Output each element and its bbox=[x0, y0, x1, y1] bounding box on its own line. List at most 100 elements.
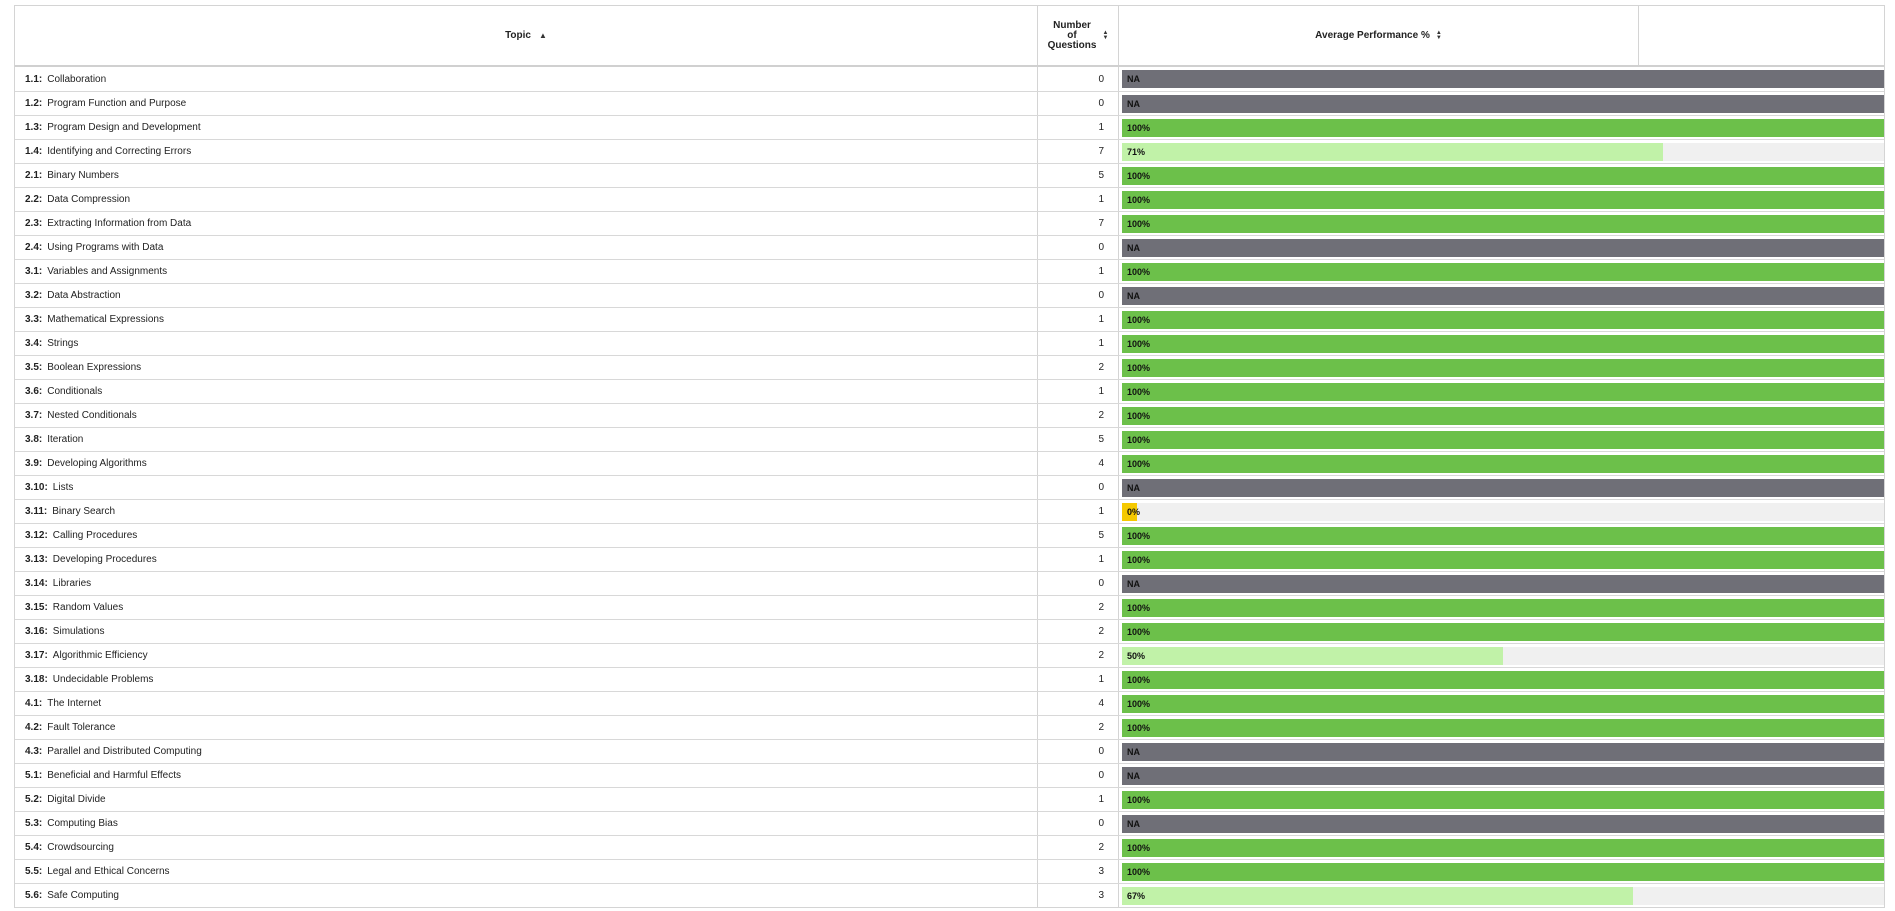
table-row[interactable]: 5.1: Beneficial and Harmful Effects 0 NA bbox=[15, 763, 1884, 787]
table-row[interactable]: 3.17: Algorithmic Efficiency 2 50% bbox=[15, 643, 1884, 667]
performance-cell: 100% bbox=[1119, 860, 1884, 883]
table-row[interactable]: 3.12: Calling Procedures 5 100% bbox=[15, 523, 1884, 547]
performance-cell: 100% bbox=[1119, 356, 1884, 379]
table-row[interactable]: 3.15: Random Values 2 100% bbox=[15, 595, 1884, 619]
topic-cell: 2.3: Extracting Information from Data bbox=[15, 212, 1038, 235]
topic-column-header[interactable]: Topic ▲ bbox=[15, 6, 1038, 65]
question-count: 2 bbox=[1038, 596, 1119, 619]
performance-bar-fill bbox=[1122, 742, 1884, 761]
table-row[interactable]: 2.2: Data Compression 1 100% bbox=[15, 187, 1884, 211]
performance-value: NA bbox=[1127, 482, 1140, 493]
performance-bar: NA bbox=[1122, 478, 1884, 497]
number-of-questions-column-header[interactable]: Number of Questions ▲ ▼ bbox=[1038, 6, 1119, 65]
table-row[interactable]: 3.2: Data Abstraction 0 NA bbox=[15, 283, 1884, 307]
average-performance-header-label: Average Performance % bbox=[1315, 30, 1430, 41]
performance-cell: 100% bbox=[1119, 548, 1884, 571]
table-row[interactable]: 1.1: Collaboration 0 NA bbox=[15, 67, 1884, 91]
topic-name: Calling Procedures bbox=[52, 530, 138, 541]
performance-bar-fill bbox=[1122, 814, 1884, 833]
table-row[interactable]: 1.4: Identifying and Correcting Errors 7 71… bbox=[15, 139, 1884, 163]
topic-cell: 3.3: Mathematical Expressions bbox=[15, 308, 1038, 331]
topic-code: 3.13: bbox=[25, 554, 48, 565]
performance-bar: NA bbox=[1122, 94, 1884, 113]
performance-bar-fill bbox=[1122, 334, 1884, 353]
topic-cell: 1.3: Program Design and Development bbox=[15, 116, 1038, 139]
performance-bar-fill bbox=[1122, 862, 1884, 881]
topic-code: 3.6: bbox=[25, 386, 43, 397]
performance-bar: 0% bbox=[1122, 502, 1884, 521]
table-row[interactable]: 5.3: Computing Bias 0 NA bbox=[15, 811, 1884, 835]
table-row[interactable]: 5.5: Legal and Ethical Concerns 3 100% bbox=[15, 859, 1884, 883]
table-row[interactable]: 4.2: Fault Tolerance 2 100% bbox=[15, 715, 1884, 739]
topic-name: Parallel and Distributed Computing bbox=[47, 746, 202, 757]
performance-value: 100% bbox=[1127, 674, 1151, 685]
performance-value: NA bbox=[1127, 290, 1140, 301]
topic-name: Boolean Expressions bbox=[47, 362, 142, 373]
table-row[interactable]: 5.4: Crowdsourcing 2 100% bbox=[15, 835, 1884, 859]
question-count: 3 bbox=[1038, 860, 1119, 883]
topic-name: Algorithmic Efficiency bbox=[52, 650, 148, 661]
performance-value: NA bbox=[1127, 242, 1140, 253]
performance-value: 100% bbox=[1127, 410, 1151, 421]
performance-bar-fill bbox=[1122, 838, 1884, 857]
performance-bar: NA bbox=[1122, 814, 1884, 833]
table-row[interactable]: 3.11: Binary Search 1 0% bbox=[15, 499, 1884, 523]
performance-bar: NA bbox=[1122, 286, 1884, 305]
performance-bar-fill bbox=[1122, 598, 1884, 617]
table-row[interactable]: 3.5: Boolean Expressions 2 100% bbox=[15, 355, 1884, 379]
performance-bar-fill bbox=[1122, 454, 1884, 473]
performance-value: 71% bbox=[1127, 146, 1146, 157]
performance-bar: 100% bbox=[1122, 382, 1884, 401]
topic-name: Fault Tolerance bbox=[47, 722, 116, 733]
table-row[interactable]: 1.2: Program Function and Purpose 0 NA bbox=[15, 91, 1884, 115]
performance-bar-fill bbox=[1122, 310, 1884, 329]
topic-name: Random Values bbox=[52, 602, 124, 613]
table-row[interactable]: 5.6: Safe Computing 3 67% bbox=[15, 883, 1884, 907]
table-row[interactable]: 2.3: Extracting Information from Data 7 100… bbox=[15, 211, 1884, 235]
table-row[interactable]: 2.4: Using Programs with Data 0 NA bbox=[15, 235, 1884, 259]
question-count: 5 bbox=[1038, 524, 1119, 547]
topic-cell: 5.6: Safe Computing bbox=[15, 884, 1038, 907]
table-row[interactable]: 3.6: Conditionals 1 100% bbox=[15, 379, 1884, 403]
performance-cell: 100% bbox=[1119, 428, 1884, 451]
table-row[interactable]: 3.9: Developing Algorithms 4 100% bbox=[15, 451, 1884, 475]
topic-name: Developing Procedures bbox=[52, 554, 157, 565]
table-row[interactable]: 3.13: Developing Procedures 1 100% bbox=[15, 547, 1884, 571]
performance-cell: 100% bbox=[1119, 836, 1884, 859]
topic-name: Extracting Information from Data bbox=[47, 218, 192, 229]
topic-name: Computing Bias bbox=[47, 818, 118, 829]
table-row[interactable]: 3.1: Variables and Assignments 1 100% bbox=[15, 259, 1884, 283]
table-row[interactable]: 3.8: Iteration 5 100% bbox=[15, 427, 1884, 451]
question-count: 0 bbox=[1038, 236, 1119, 259]
performance-value: 100% bbox=[1127, 362, 1151, 373]
performance-cell: NA bbox=[1119, 92, 1884, 115]
table-row[interactable]: 3.16: Simulations 2 100% bbox=[15, 619, 1884, 643]
average-performance-column-header[interactable]: Average Performance % ▲ ▼ bbox=[1119, 6, 1639, 65]
performance-value: NA bbox=[1127, 818, 1140, 829]
table-row[interactable]: 4.3: Parallel and Distributed Computing 0 N… bbox=[15, 739, 1884, 763]
performance-bar: 100% bbox=[1122, 670, 1884, 689]
topic-code: 2.2: bbox=[25, 194, 43, 205]
performance-cell: 71% bbox=[1119, 140, 1884, 163]
table-row[interactable]: 3.7: Nested Conditionals 2 100% bbox=[15, 403, 1884, 427]
topic-name: Libraries bbox=[52, 578, 92, 589]
performance-bar: 100% bbox=[1122, 550, 1884, 569]
performance-value: 100% bbox=[1127, 434, 1151, 445]
topic-code: 1.2: bbox=[25, 98, 43, 109]
performance-bar: 100% bbox=[1122, 406, 1884, 425]
table-row[interactable]: 5.2: Digital Divide 1 100% bbox=[15, 787, 1884, 811]
performance-value: 100% bbox=[1127, 266, 1151, 277]
topic-cell: 3.10: Lists bbox=[15, 476, 1038, 499]
table-row[interactable]: 3.4: Strings 1 100% bbox=[15, 331, 1884, 355]
table-row[interactable]: 4.1: The Internet 4 100% bbox=[15, 691, 1884, 715]
table-row[interactable]: 3.14: Libraries 0 NA bbox=[15, 571, 1884, 595]
table-row[interactable]: 3.3: Mathematical Expressions 1 100% bbox=[15, 307, 1884, 331]
table-row[interactable]: 1.3: Program Design and Development 1 100% bbox=[15, 115, 1884, 139]
performance-cell: 100% bbox=[1119, 380, 1884, 403]
topic-name: Undecidable Problems bbox=[52, 674, 154, 685]
table-row[interactable]: 3.10: Lists 0 NA bbox=[15, 475, 1884, 499]
table-row[interactable]: 2.1: Binary Numbers 5 100% bbox=[15, 163, 1884, 187]
table-row[interactable]: 3.18: Undecidable Problems 1 100% bbox=[15, 667, 1884, 691]
performance-cell: 67% bbox=[1119, 884, 1884, 907]
question-count: 7 bbox=[1038, 140, 1119, 163]
